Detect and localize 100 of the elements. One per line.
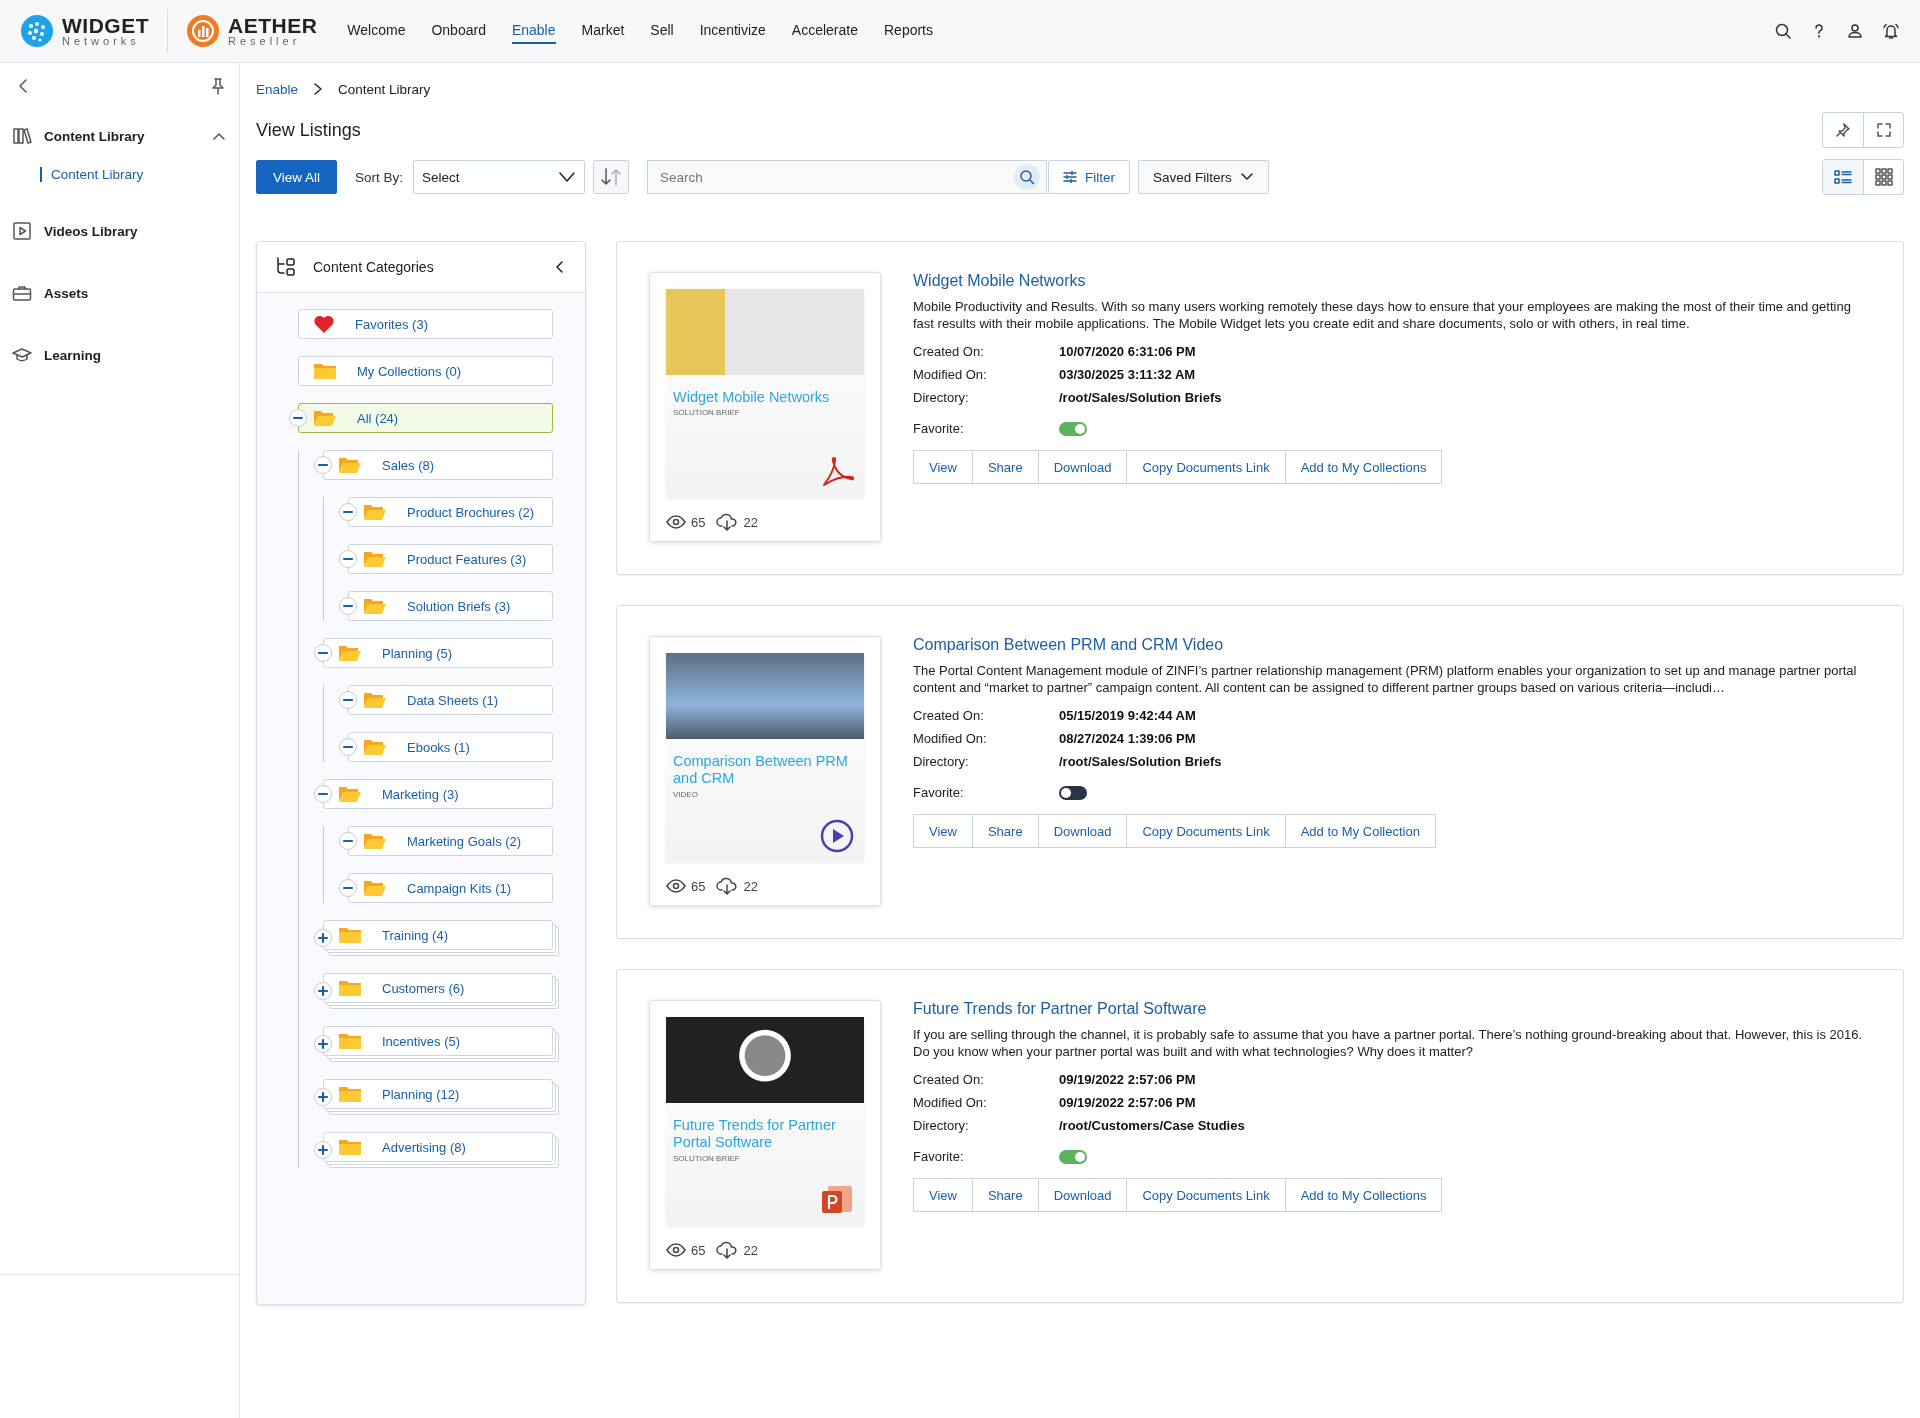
field-value: 05/15/2019 9:42:44 AM (1059, 708, 1197, 723)
collapse-toggle[interactable] (339, 550, 357, 568)
favorite-toggle[interactable] (1059, 785, 1087, 800)
category-item[interactable]: Favorites (3) (298, 309, 553, 339)
sidebar-subitem[interactable]: Content Library (40, 167, 144, 182)
preview-subtitle: VIDEO (672, 788, 699, 801)
expand-toggle[interactable] (314, 982, 332, 1000)
action-button[interactable]: Copy Documents Link (1127, 814, 1286, 848)
list-view-button[interactable] (1823, 160, 1863, 194)
user-icon[interactable] (1846, 22, 1864, 40)
action-button[interactable]: View (913, 814, 973, 848)
expand-toggle[interactable] (314, 1088, 332, 1106)
category-item[interactable]: Planning (5) (323, 638, 553, 668)
sidebar-item[interactable]: Assets (0, 262, 239, 324)
nav-tab[interactable]: Incentivize (699, 18, 766, 44)
category-item[interactable]: Marketing Goals (2) (348, 826, 553, 856)
listing-title[interactable]: Widget Mobile Networks (913, 272, 1873, 290)
nav-tab[interactable]: Onboard (431, 18, 486, 44)
collapse-toggle[interactable] (314, 785, 332, 803)
preview-subtitle: SOLUTION BRIEF (672, 1152, 741, 1165)
preview-title: Future Trends for Partner Portal Software (672, 1116, 837, 1152)
action-button[interactable]: Share (972, 450, 1039, 484)
action-button[interactable]: View (913, 450, 973, 484)
listing-title[interactable]: Future Trends for Partner Portal Software (913, 1000, 1873, 1018)
partner-name: AETHER (228, 15, 318, 36)
list-icon (1834, 169, 1852, 185)
plus-icon (317, 1144, 329, 1156)
sidebar-item[interactable]: Content Library (0, 105, 239, 167)
favorite-toggle[interactable] (1059, 421, 1087, 436)
sliders-icon (1063, 170, 1078, 184)
breadcrumb-link[interactable]: Enable (256, 81, 299, 97)
nav-tab[interactable]: Sell (650, 18, 674, 44)
plus-icon (317, 1038, 329, 1050)
eye-icon (666, 515, 686, 529)
saved-filters-button[interactable]: Saved Filters (1138, 160, 1269, 194)
action-button[interactable]: Share (972, 814, 1039, 848)
category-item[interactable]: Marketing (3) (323, 779, 553, 809)
nav-tab[interactable]: Reports (884, 18, 933, 44)
expand-toggle[interactable] (314, 1035, 332, 1053)
collapse-toggle[interactable] (339, 503, 357, 521)
category-item[interactable]: My Collections (0) (298, 356, 553, 386)
open-folder-icon (338, 784, 362, 804)
bell-icon[interactable] (1882, 22, 1900, 40)
collapse-toggle[interactable] (339, 738, 357, 756)
category-item[interactable]: Campaign Kits (1) (348, 873, 553, 903)
folder-icon (338, 1031, 362, 1051)
category-item[interactable]: Product Features (3) (348, 544, 553, 574)
collapse-toggle[interactable] (339, 597, 357, 615)
collapse-toggle[interactable] (314, 644, 332, 662)
brand-name: WIDGET (62, 15, 149, 36)
search-icon[interactable] (1774, 22, 1792, 40)
filter-button[interactable]: Filter (1048, 160, 1131, 194)
folder-icon (313, 361, 337, 381)
action-button[interactable]: Copy Documents Link (1127, 1178, 1286, 1212)
action-button[interactable]: Download (1038, 1178, 1128, 1212)
category-item[interactable]: Product Brochures (2) (348, 497, 553, 527)
sidebar-item[interactable]: Videos Library (0, 200, 239, 262)
sort-order-button[interactable] (593, 160, 630, 194)
sort-select[interactable]: Select (413, 160, 586, 194)
category-item[interactable]: Data Sheets (1) (348, 685, 553, 715)
action-button[interactable]: View (913, 1178, 973, 1212)
nav-tab[interactable]: Welcome (347, 18, 406, 44)
field-label: Favorite: (913, 785, 965, 800)
action-button[interactable]: Download (1038, 450, 1128, 484)
category-item[interactable]: Ebooks (1) (348, 732, 553, 762)
action-button[interactable]: Add to My Collections (1285, 450, 1443, 484)
field-label: Modified On: (913, 367, 988, 382)
field-value: 10/07/2020 6:31:06 PM (1059, 344, 1197, 359)
action-button[interactable]: Download (1038, 814, 1128, 848)
action-button[interactable]: Copy Documents Link (1127, 450, 1286, 484)
nav-tab[interactable]: Enable (511, 18, 556, 44)
collapse-toggle[interactable] (314, 456, 332, 474)
nav-tab[interactable]: Accelerate (791, 18, 858, 44)
preview-subtitle: SOLUTION BRIEF (672, 407, 741, 420)
category-item[interactable]: Solution Briefs (3) (348, 591, 553, 621)
action-button[interactable]: Add to My Collection (1285, 814, 1436, 848)
category-item[interactable]: Sales (8) (323, 450, 553, 480)
pin-icon[interactable] (209, 77, 227, 95)
collapse-toggle[interactable] (339, 691, 357, 709)
collapse-toggle[interactable] (339, 879, 357, 897)
category-item[interactable]: All (24) (298, 403, 553, 433)
listing-title[interactable]: Comparison Between PRM and CRM Video (913, 636, 1873, 654)
action-button[interactable]: Share (972, 1178, 1039, 1212)
expand-toggle[interactable] (314, 929, 332, 947)
sort-arrows-icon (599, 167, 624, 187)
collapse-toggle[interactable] (339, 832, 357, 850)
fullscreen-icon (1875, 122, 1892, 138)
open-folder-icon (363, 737, 387, 757)
search-field[interactable]: Search (647, 160, 1048, 194)
sidebar-item[interactable]: Learning (0, 324, 239, 386)
collapse-toggle[interactable] (289, 409, 307, 427)
expand-toggle[interactable] (314, 1141, 332, 1159)
action-button[interactable]: Add to My Collections (1285, 1178, 1443, 1212)
chart-logo-icon (186, 14, 220, 48)
listing-description: If you are selling through the channel, it is probably safe to assume that you have a partner portal. There’s nothing ground-breaking about that. However, this is 2016. Do you know when your partner portal was built and with what technologies? Why does it matter? (913, 1026, 1864, 1060)
open-folder-icon (363, 502, 387, 522)
play-icon[interactable] (820, 819, 854, 853)
view-all-button[interactable]: View All (256, 160, 338, 194)
nav-tab[interactable]: Market (581, 18, 625, 44)
favorite-toggle[interactable] (1059, 1149, 1087, 1164)
